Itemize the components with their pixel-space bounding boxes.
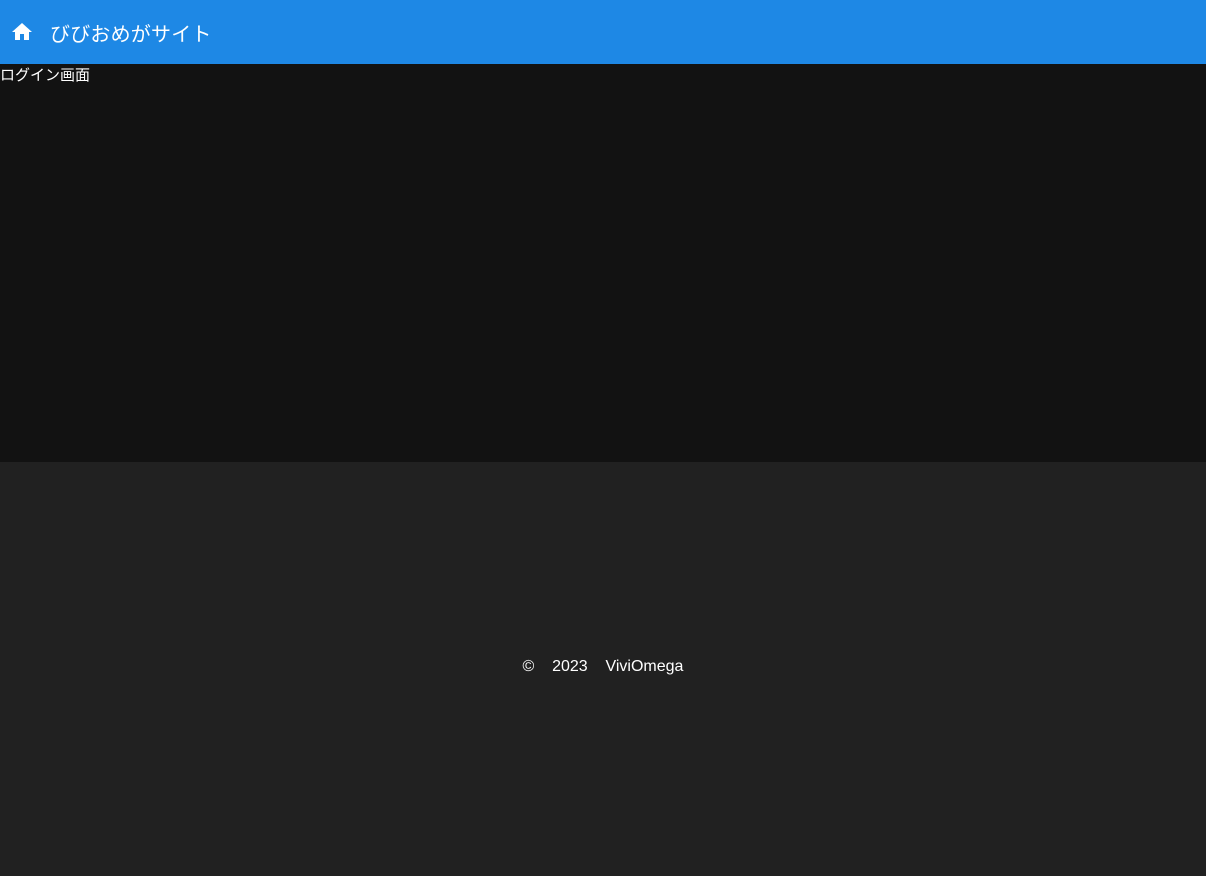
footer: © 2023 ViviOmega (0, 462, 1206, 876)
site-title[interactable]: びびおめがサイト (50, 18, 212, 47)
copyright-symbol: © (522, 658, 535, 675)
copyright-year: 2023 (552, 658, 588, 675)
home-icon (10, 20, 34, 44)
footer-copyright: © 2023 ViviOmega (0, 658, 1206, 676)
page-title: ログイン画面 (0, 66, 91, 84)
copyright-owner: ViviOmega (605, 658, 684, 675)
app-bar: びびおめがサイト (0, 0, 1206, 64)
home-button[interactable] (0, 10, 44, 54)
main-content: ログイン画面 (0, 64, 1206, 462)
